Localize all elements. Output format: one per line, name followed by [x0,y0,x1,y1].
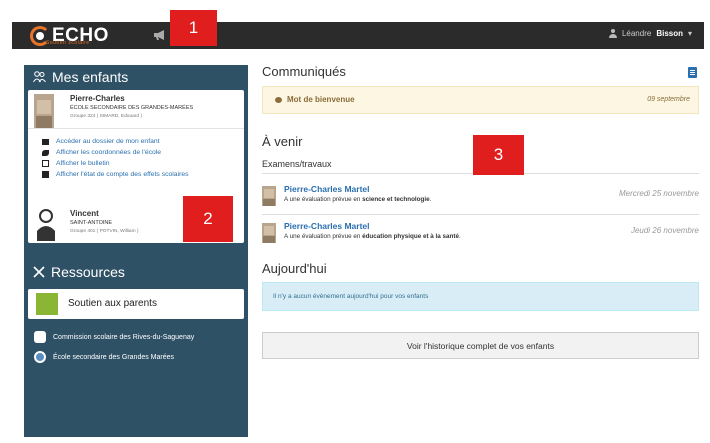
event-suffix: . [429,196,432,203]
resources-heading-label: Ressources [51,264,125,280]
event-suffix: . [459,233,461,240]
event-row[interactable]: Pierre-Charles Martel A une évaluation p… [262,221,699,251]
page: ECHO Soutien scolaire Léandre Bisson ▾ M… [0,0,710,443]
children-icon [33,71,46,83]
event-row[interactable]: Pierre-Charles Martel A une évaluation p… [262,184,699,214]
link-school-contact[interactable]: Afficher les coordonnées de l'école [42,149,161,156]
view-history-button[interactable]: Voir l'historique complet de vos enfants [262,332,699,359]
welcome-notice[interactable]: Mot de bienvenue 09 septembre [262,86,699,114]
child-avatar [262,186,276,206]
exams-label: Examens/travaux [262,159,332,169]
link-school[interactable]: École secondaire des Grandes Marées [34,351,174,363]
parent-support-label: Soutien aux parents [68,298,157,309]
file-icon [42,171,49,178]
school-board-logo-icon [34,331,46,343]
child-name[interactable]: Vincent [70,209,99,218]
child-name[interactable]: Pierre-Charles [70,94,125,103]
comment-icon [275,96,282,103]
notice-date: 09 septembre [647,96,690,103]
user-icon [608,29,617,38]
user-menu[interactable]: Léandre Bisson ▾ [608,29,692,38]
folder-icon [42,138,49,145]
logo-subtitle: Soutien scolaire [46,40,90,46]
leaf-logo-icon [36,293,58,315]
sidebar: Mes enfants Pierre-Charles ÉCOLE SECONDA… [24,65,248,437]
callout-1: 1 [170,10,217,46]
phone-icon [42,149,49,156]
today-info-alert: Il n'y a aucun évènement aujourd'hui pou… [262,282,699,311]
report-icon [42,160,49,167]
link-label: Afficher le bulletin [56,160,110,167]
parent-support-link[interactable]: Soutien aux parents [28,289,244,319]
communiques-heading: Communiqués [262,64,346,79]
event-child-name[interactable]: Pierre-Charles Martel [284,184,370,194]
event-date: Mercredi 25 novembre [618,189,699,198]
tools-icon [33,266,45,278]
link-label: Accéder au dossier de mon enfant [56,138,160,145]
user-first-name: Léandre [621,29,652,38]
link-label: Afficher les coordonnées de l'école [56,149,162,156]
event-date: Jeudi 26 novembre [630,226,699,235]
children-heading-label: Mes enfants [52,69,129,85]
megaphone-icon[interactable] [153,29,167,41]
link-report-card[interactable]: Afficher le bulletin [42,160,110,167]
divider [28,128,244,129]
org-label: Commission scolaire des Rives-du-Saguena… [53,333,195,341]
child-avatar[interactable] [34,94,54,128]
callout-2: 2 [183,196,233,242]
child-school: ÉCOLE SECONDAIRE DES GRANDES-MARÉES [70,105,194,111]
default-avatar-icon [37,209,55,241]
divider [262,214,699,215]
child-group: Groupe 401 ( POTVIN, William ) [70,229,139,234]
chevron-down-icon: ▾ [687,29,692,38]
link-child-file[interactable]: Accéder au dossier de mon enfant [42,138,160,145]
link-label: Afficher l'état de compte des effets sco… [56,171,189,178]
notice-title-text: Mot de bienvenue [287,95,355,104]
event-child-name[interactable]: Pierre-Charles Martel [284,221,370,231]
event-description: A une évaluation prévue en éducation phy… [284,233,461,240]
upcoming-heading: À venir [262,134,303,149]
link-school-board[interactable]: Commission scolaire des Rives-du-Saguena… [34,331,194,343]
document-icon[interactable] [688,67,697,78]
children-heading: Mes enfants [33,69,128,85]
school-logo-icon [34,351,46,363]
link-account-statement[interactable]: Afficher l'état de compte des effets sco… [42,171,189,178]
event-prefix: A une évaluation prévue en [284,233,363,240]
event-description: A une évaluation prévue en science et te… [284,196,431,203]
notice-title: Mot de bienvenue [275,95,355,104]
event-subject: éducation physique et à la santé [362,233,460,240]
today-info-text: Il n'y a aucun évènement aujourd'hui pou… [273,293,429,300]
resources-heading: Ressources [33,264,125,280]
event-prefix: A une évaluation prévue en [284,196,363,203]
today-heading: Aujourd'hui [262,261,327,276]
top-navbar: ECHO Soutien scolaire Léandre Bisson ▾ [12,22,704,49]
user-last-name: Bisson [656,29,683,38]
event-subject: science et technologie [362,196,430,203]
org-label: École secondaire des Grandes Marées [53,353,175,361]
child-avatar [262,223,276,243]
child-group: Groupe 324 ( SIMARD, Edouard ) [70,114,142,119]
callout-3: 3 [473,135,524,175]
child-school: SAINT-ANTOINE [70,220,113,226]
